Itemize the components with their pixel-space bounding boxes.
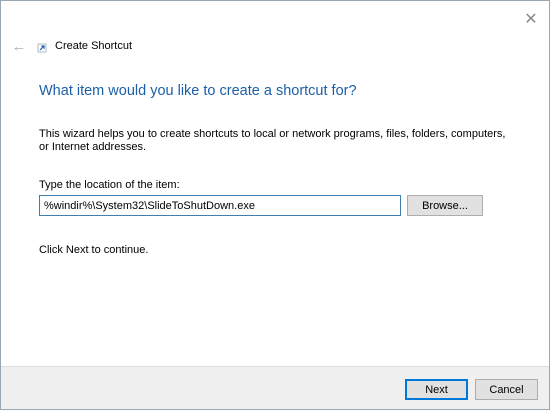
browse-button[interactable]: Browse... xyxy=(407,195,483,216)
back-button[interactable]: ← xyxy=(10,37,28,55)
continue-instruction: Click Next to continue. xyxy=(39,244,149,256)
shortcut-icon xyxy=(37,43,47,53)
next-button[interactable]: Next xyxy=(405,379,468,400)
create-shortcut-dialog: ✕ ← Create Shortcut What item would you … xyxy=(0,0,550,410)
close-icon: ✕ xyxy=(524,11,538,28)
back-arrow-icon: ← xyxy=(11,37,27,55)
wizard-description: This wizard helps you to create shortcut… xyxy=(39,128,506,153)
close-button[interactable]: ✕ xyxy=(521,9,541,29)
location-input[interactable] xyxy=(39,195,401,216)
page-heading: What item would you like to create a sho… xyxy=(39,83,357,99)
location-label: Type the location of the item: xyxy=(39,179,180,191)
dialog-footer: Next Cancel xyxy=(1,366,549,409)
cancel-button[interactable]: Cancel xyxy=(475,379,538,400)
window-title: Create Shortcut xyxy=(55,40,133,52)
